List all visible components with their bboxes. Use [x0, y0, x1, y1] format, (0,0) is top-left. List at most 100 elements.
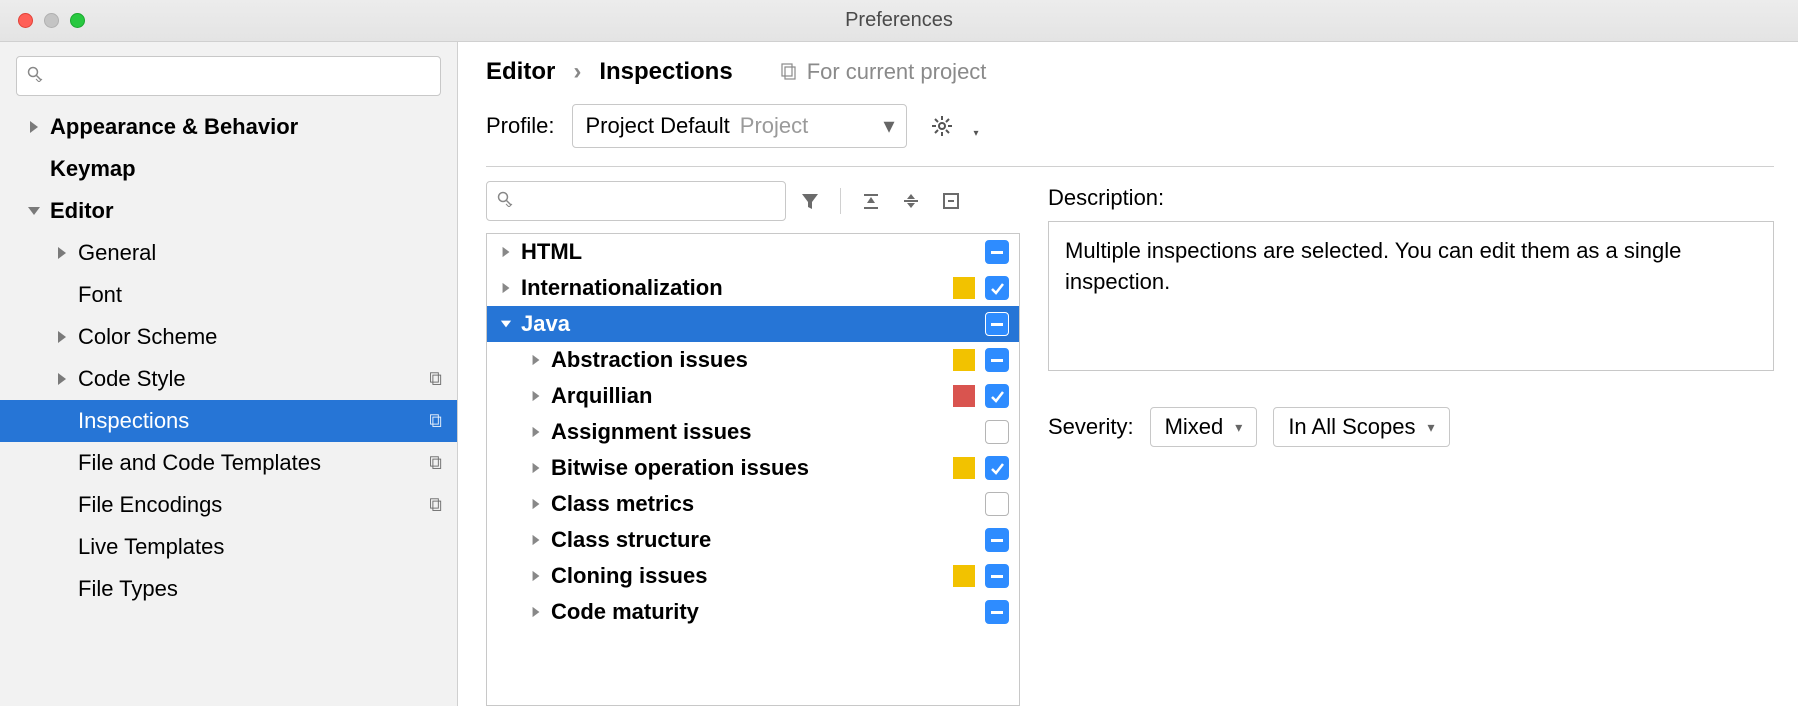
chevron-down-icon: ▾ [883, 113, 894, 139]
inspection-item-assignment-issues[interactable]: Assignment issues [487, 414, 1019, 450]
inspection-checkbox[interactable] [985, 564, 1009, 588]
inspection-item-internationalization[interactable]: Internationalization [487, 270, 1019, 306]
inspection-item-html[interactable]: HTML [487, 234, 1019, 270]
severity-select[interactable]: Mixed ▾ [1150, 407, 1258, 447]
breadcrumb: Editor › Inspections For current project [486, 58, 1774, 86]
severity-indicator [953, 457, 975, 479]
close-icon[interactable] [18, 13, 33, 28]
window-title: Preferences [845, 9, 953, 32]
search-icon [27, 66, 43, 87]
expand-icon [861, 191, 881, 211]
inspections-search-input[interactable] [486, 181, 786, 221]
inspection-label: Class metrics [551, 491, 953, 517]
inspection-checkbox[interactable] [985, 420, 1009, 444]
inspection-item-class-structure[interactable]: Class structure [487, 522, 1019, 558]
sidebar-item-label: Color Scheme [78, 324, 443, 350]
inspection-checkbox[interactable] [985, 492, 1009, 516]
disclosure-arrow-icon [527, 606, 545, 618]
square-icon [941, 191, 961, 211]
inspection-label: Arquillian [551, 383, 953, 409]
disclosure-arrow-icon [54, 246, 70, 260]
inspection-item-code-maturity[interactable]: Code maturity [487, 594, 1019, 630]
sidebar-item-file-and-code-templates[interactable]: File and Code Templates [0, 442, 457, 484]
inspection-label: Abstraction issues [551, 347, 953, 373]
window-controls [18, 13, 85, 28]
sidebar-item-code-style[interactable]: Code Style [0, 358, 457, 400]
inspection-item-abstraction-issues[interactable]: Abstraction issues [487, 342, 1019, 378]
sidebar-item-keymap[interactable]: Keymap [0, 148, 457, 190]
disclosure-arrow-icon [54, 330, 70, 344]
minimize-icon[interactable] [44, 13, 59, 28]
inspection-checkbox[interactable] [985, 312, 1009, 336]
description-text: Multiple inspections are selected. You c… [1048, 221, 1774, 371]
sidebar-item-label: Code Style [78, 366, 429, 392]
inspection-checkbox[interactable] [985, 348, 1009, 372]
sidebar-item-label: File Encodings [78, 492, 429, 518]
sidebar-item-font[interactable]: Font [0, 274, 457, 316]
inspections-tree[interactable]: HTML Internationalization Java Abstraction … [486, 233, 1020, 706]
inspection-label: Java [521, 311, 953, 337]
collapse-all-button[interactable] [895, 185, 927, 217]
disclosure-arrow-icon [497, 246, 515, 258]
inspection-label: Code maturity [551, 599, 953, 625]
inspection-item-cloning-issues[interactable]: Cloning issues [487, 558, 1019, 594]
project-icon [781, 63, 799, 81]
severity-label: Severity: [1048, 414, 1134, 440]
sidebar-item-label: File Types [78, 576, 443, 602]
sidebar-item-file-encodings[interactable]: File Encodings [0, 484, 457, 526]
sidebar-item-label: File and Code Templates [78, 450, 429, 476]
reset-button[interactable] [935, 185, 967, 217]
inspection-label: HTML [521, 239, 953, 265]
disclosure-arrow-icon [26, 120, 42, 134]
sidebar-item-editor[interactable]: Editor [0, 190, 457, 232]
sidebar-item-label: Editor [50, 198, 443, 224]
project-icon [429, 450, 443, 476]
sidebar-item-color-scheme[interactable]: Color Scheme [0, 316, 457, 358]
inspection-checkbox[interactable] [985, 528, 1009, 552]
inspection-checkbox[interactable] [985, 456, 1009, 480]
sidebar-item-general[interactable]: General [0, 232, 457, 274]
sidebar-item-live-templates[interactable]: Live Templates [0, 526, 457, 568]
disclosure-arrow-icon [54, 372, 70, 386]
inspection-checkbox[interactable] [985, 384, 1009, 408]
disclosure-arrow-icon [527, 390, 545, 402]
profile-select[interactable]: Project Default Project ▾ [572, 104, 907, 148]
project-icon [429, 408, 443, 434]
inspection-checkbox[interactable] [985, 240, 1009, 264]
severity-indicator [953, 565, 975, 587]
disclosure-arrow-icon [527, 426, 545, 438]
severity-indicator [953, 349, 975, 371]
inspection-checkbox[interactable] [985, 600, 1009, 624]
scope-select[interactable]: In All Scopes ▾ [1273, 407, 1449, 447]
sidebar-item-label: Inspections [78, 408, 429, 434]
sidebar-search-input[interactable] [16, 56, 441, 96]
divider [486, 166, 1774, 167]
scope-indicator: For current project [781, 59, 987, 85]
inspection-label: Assignment issues [551, 419, 953, 445]
inspection-item-bitwise-operation-issues[interactable]: Bitwise operation issues [487, 450, 1019, 486]
inspection-item-arquillian[interactable]: Arquillian [487, 378, 1019, 414]
inspection-checkbox[interactable] [985, 276, 1009, 300]
sidebar-item-label: Font [78, 282, 443, 308]
disclosure-arrow-icon [497, 282, 515, 294]
sidebar: Appearance & BehaviorKeymap Editor General… [0, 42, 458, 706]
expand-all-button[interactable] [855, 185, 887, 217]
maximize-icon[interactable] [70, 13, 85, 28]
sidebar-item-appearance-behavior[interactable]: Appearance & Behavior [0, 106, 457, 148]
disclosure-arrow-icon [527, 534, 545, 546]
description-label: Description: [1048, 185, 1774, 211]
inspection-item-class-metrics[interactable]: Class metrics [487, 486, 1019, 522]
chevron-right-icon: › [573, 58, 581, 86]
sidebar-item-inspections[interactable]: Inspections [0, 400, 457, 442]
inspection-item-java[interactable]: Java [487, 306, 1019, 342]
inspection-label: Cloning issues [551, 563, 953, 589]
filter-button[interactable] [794, 185, 826, 217]
sidebar-item-file-types[interactable]: File Types [0, 568, 457, 610]
collapse-icon [901, 191, 921, 211]
titlebar: Preferences [0, 0, 1798, 42]
funnel-icon [800, 191, 820, 211]
disclosure-arrow-icon [497, 318, 515, 330]
breadcrumb-root[interactable]: Editor [486, 58, 555, 86]
inspection-label: Class structure [551, 527, 953, 553]
profile-settings-button[interactable] [925, 109, 959, 143]
